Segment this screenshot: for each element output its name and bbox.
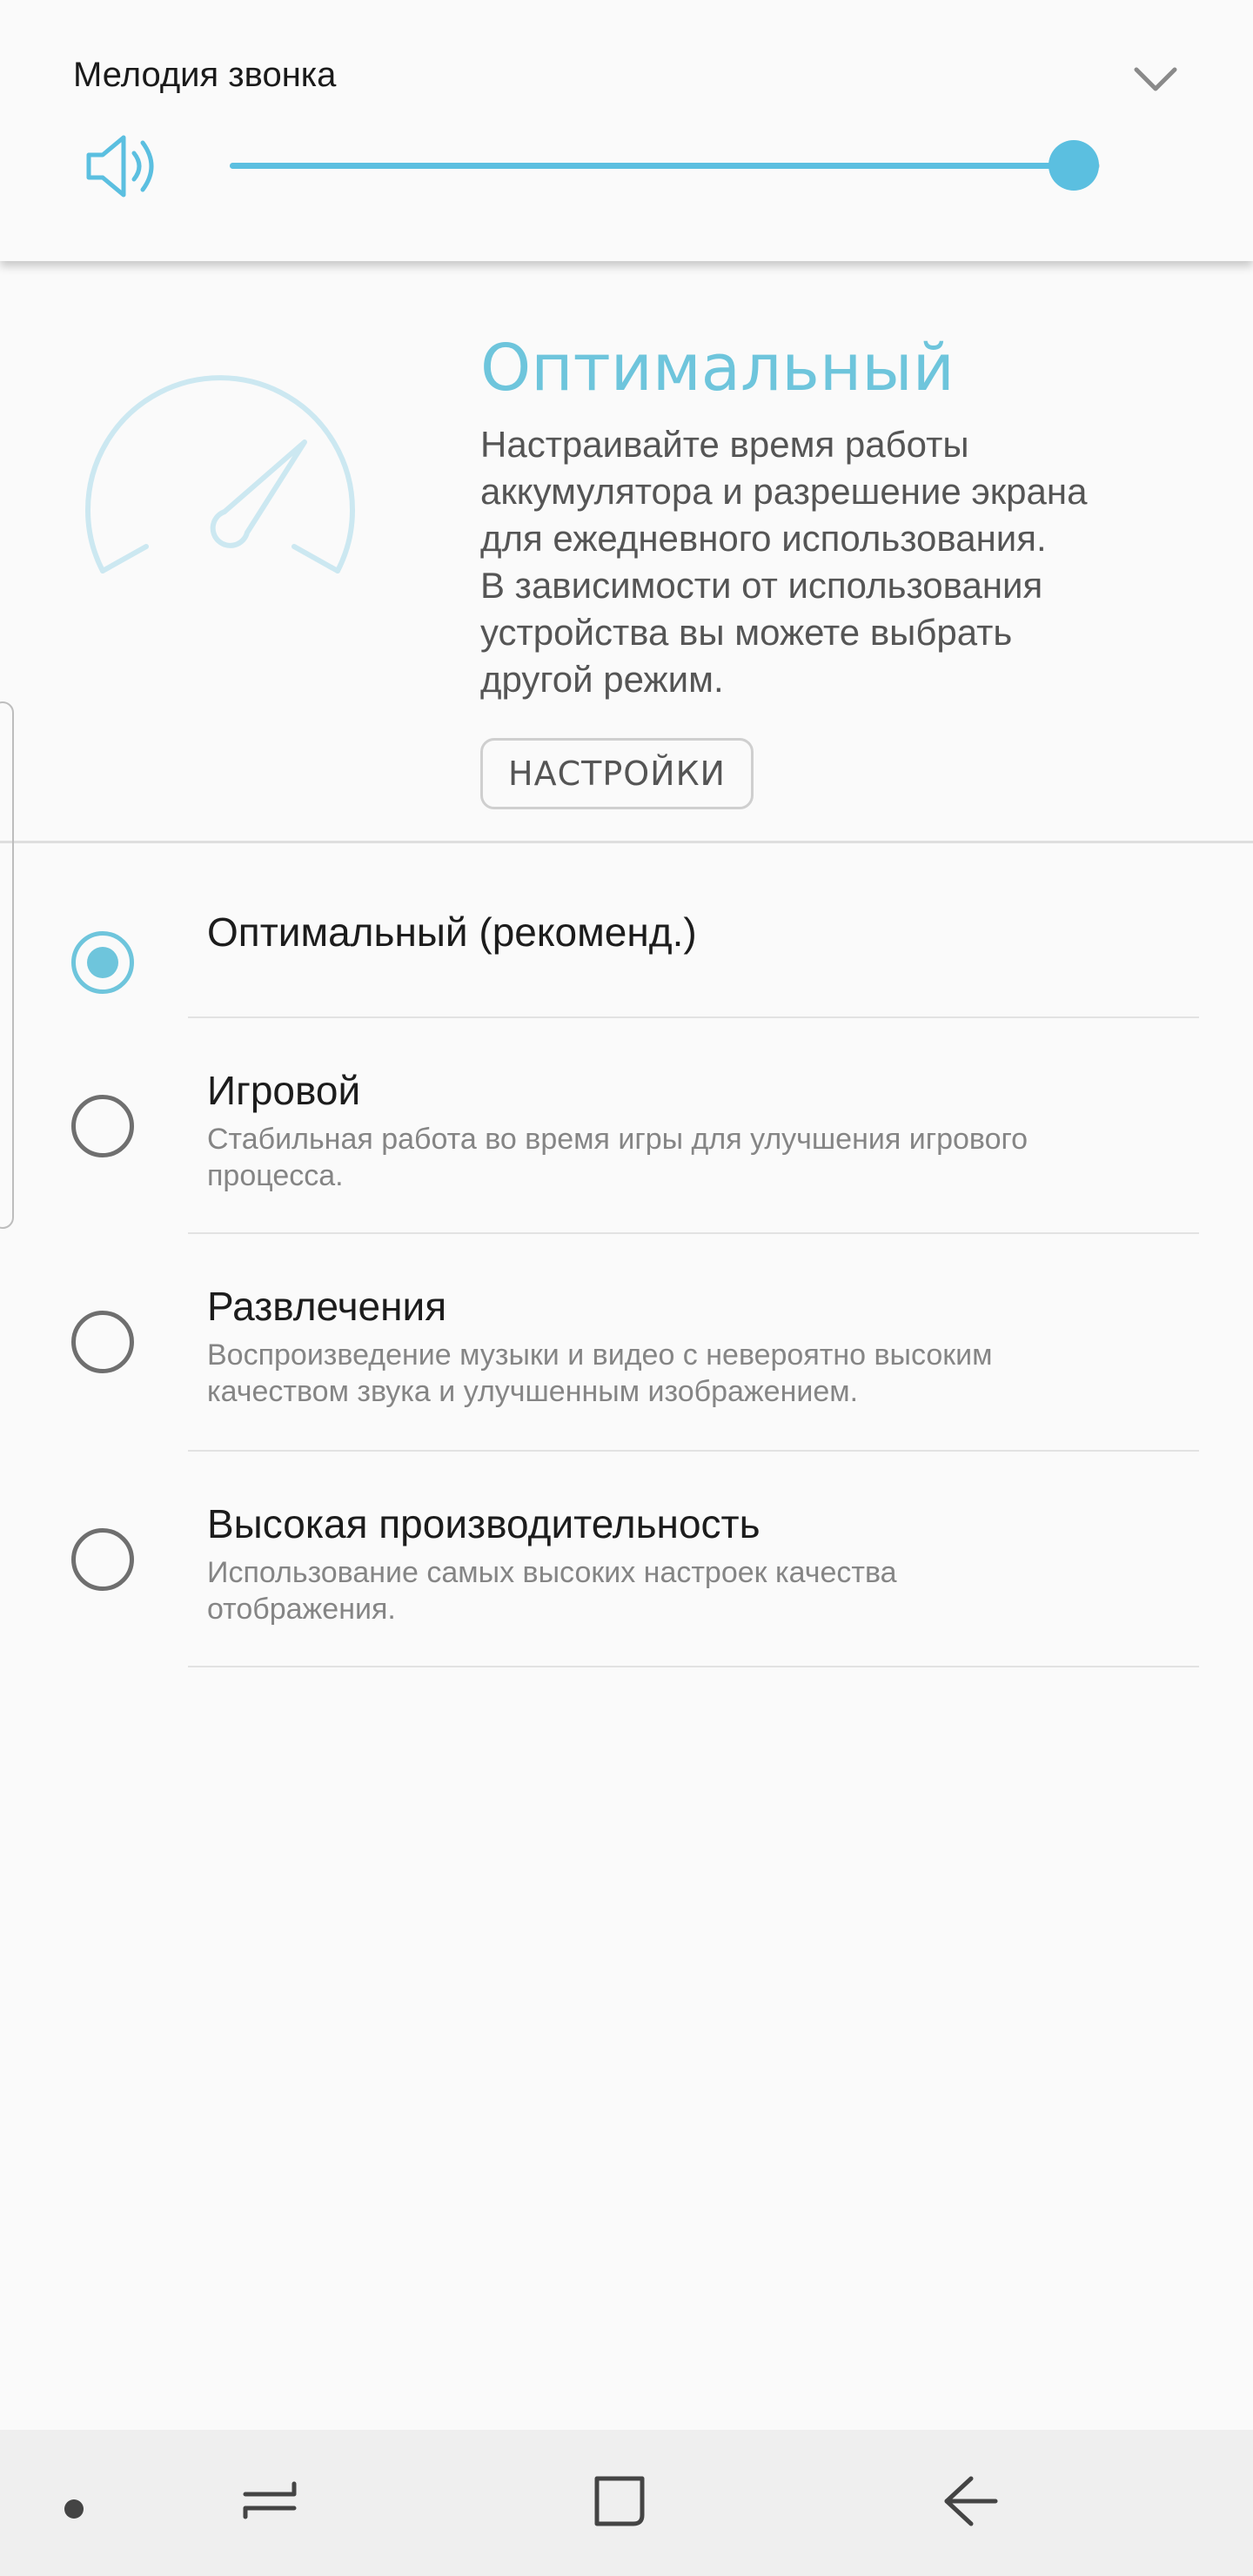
home-icon[interactable] <box>588 2470 651 2532</box>
radio-button-selected[interactable] <box>71 931 134 994</box>
gauge-icon <box>85 375 355 574</box>
option-description: Стабильная работа во время игры для улуч… <box>207 1123 1029 1192</box>
radio-button[interactable] <box>71 1528 134 1591</box>
navigation-bar <box>0 2430 1253 2576</box>
slider-fill <box>230 163 1074 169</box>
radio-button[interactable] <box>71 1311 134 1373</box>
settings-button[interactable]: НАСТРОЙКИ <box>480 738 754 809</box>
back-icon[interactable] <box>940 2470 1002 2532</box>
option-description: Воспроизведение музыки и видео с невероя… <box>207 1338 993 1408</box>
option-divider <box>188 1666 1199 1667</box>
chevron-down-icon[interactable] <box>1131 61 1180 96</box>
volume-slider[interactable] <box>230 139 1100 191</box>
mode-title: Оптимальный <box>480 331 955 406</box>
option-divider <box>188 1450 1199 1452</box>
recent-apps-icon[interactable] <box>238 2470 301 2532</box>
dot-icon[interactable] <box>64 2499 84 2519</box>
option-title: Игровой <box>207 1068 361 1113</box>
option-title: Высокая производительность <box>207 1501 761 1546</box>
edge-panel-handle[interactable] <box>0 701 14 1229</box>
volume-panel: Мелодия звонка <box>0 0 1253 261</box>
speaker-icon[interactable] <box>84 131 162 202</box>
mode-description: Настраивайте время работы аккумулятора и… <box>480 424 1088 700</box>
option-title: Оптимальный (рекоменд.) <box>207 909 697 955</box>
volume-title: Мелодия звонка <box>73 56 337 94</box>
option-divider <box>188 1232 1199 1234</box>
section-divider <box>0 841 1253 843</box>
slider-thumb[interactable] <box>1049 140 1099 191</box>
option-title: Развлечения <box>207 1284 447 1329</box>
option-description: Использование самых высоких настроек кач… <box>207 1556 897 1626</box>
option-divider <box>188 1016 1199 1018</box>
radio-button[interactable] <box>71 1095 134 1157</box>
